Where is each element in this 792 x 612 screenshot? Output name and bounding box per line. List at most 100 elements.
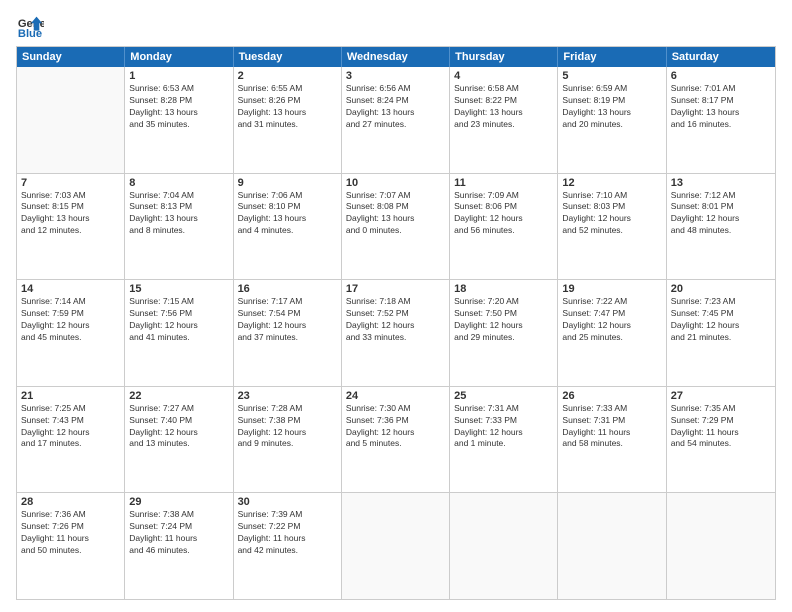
weekday-header: Wednesday (342, 47, 450, 67)
calendar-cell: 3Sunrise: 6:56 AM Sunset: 8:24 PM Daylig… (342, 67, 450, 173)
calendar-cell: 15Sunrise: 7:15 AM Sunset: 7:56 PM Dayli… (125, 280, 233, 386)
day-number: 21 (21, 390, 120, 402)
calendar-row: 21Sunrise: 7:25 AM Sunset: 7:43 PM Dayli… (17, 386, 775, 493)
day-info: Sunrise: 6:56 AM Sunset: 8:24 PM Dayligh… (346, 83, 445, 131)
day-number: 11 (454, 177, 553, 189)
logo: General Blue (16, 12, 48, 40)
calendar-header-row: SundayMondayTuesdayWednesdayThursdayFrid… (17, 47, 775, 67)
calendar-cell: 6Sunrise: 7:01 AM Sunset: 8:17 PM Daylig… (667, 67, 775, 173)
weekday-header: Sunday (17, 47, 125, 67)
calendar-cell: 21Sunrise: 7:25 AM Sunset: 7:43 PM Dayli… (17, 387, 125, 493)
day-info: Sunrise: 7:18 AM Sunset: 7:52 PM Dayligh… (346, 296, 445, 344)
day-info: Sunrise: 7:33 AM Sunset: 7:31 PM Dayligh… (562, 403, 661, 451)
day-info: Sunrise: 6:55 AM Sunset: 8:26 PM Dayligh… (238, 83, 337, 131)
day-info: Sunrise: 7:01 AM Sunset: 8:17 PM Dayligh… (671, 83, 771, 131)
calendar-cell: 18Sunrise: 7:20 AM Sunset: 7:50 PM Dayli… (450, 280, 558, 386)
day-number: 6 (671, 70, 771, 82)
calendar-row: 1Sunrise: 6:53 AM Sunset: 8:28 PM Daylig… (17, 67, 775, 173)
calendar-cell (450, 493, 558, 599)
calendar-cell: 28Sunrise: 7:36 AM Sunset: 7:26 PM Dayli… (17, 493, 125, 599)
day-number: 14 (21, 283, 120, 295)
day-info: Sunrise: 7:20 AM Sunset: 7:50 PM Dayligh… (454, 296, 553, 344)
calendar-cell: 27Sunrise: 7:35 AM Sunset: 7:29 PM Dayli… (667, 387, 775, 493)
weekday-header: Tuesday (234, 47, 342, 67)
page-header: General Blue (16, 12, 776, 40)
day-info: Sunrise: 6:53 AM Sunset: 8:28 PM Dayligh… (129, 83, 228, 131)
calendar-cell: 22Sunrise: 7:27 AM Sunset: 7:40 PM Dayli… (125, 387, 233, 493)
day-info: Sunrise: 7:03 AM Sunset: 8:15 PM Dayligh… (21, 190, 120, 238)
day-info: Sunrise: 7:09 AM Sunset: 8:06 PM Dayligh… (454, 190, 553, 238)
day-number: 3 (346, 70, 445, 82)
day-info: Sunrise: 7:17 AM Sunset: 7:54 PM Dayligh… (238, 296, 337, 344)
day-info: Sunrise: 6:58 AM Sunset: 8:22 PM Dayligh… (454, 83, 553, 131)
day-info: Sunrise: 7:15 AM Sunset: 7:56 PM Dayligh… (129, 296, 228, 344)
day-number: 17 (346, 283, 445, 295)
day-number: 1 (129, 70, 228, 82)
calendar-cell: 25Sunrise: 7:31 AM Sunset: 7:33 PM Dayli… (450, 387, 558, 493)
day-number: 13 (671, 177, 771, 189)
day-info: Sunrise: 7:31 AM Sunset: 7:33 PM Dayligh… (454, 403, 553, 451)
logo-icon: General Blue (16, 12, 44, 40)
calendar-cell: 19Sunrise: 7:22 AM Sunset: 7:47 PM Dayli… (558, 280, 666, 386)
day-number: 10 (346, 177, 445, 189)
calendar-cell (17, 67, 125, 173)
calendar-cell: 2Sunrise: 6:55 AM Sunset: 8:26 PM Daylig… (234, 67, 342, 173)
weekday-header: Thursday (450, 47, 558, 67)
calendar-cell: 29Sunrise: 7:38 AM Sunset: 7:24 PM Dayli… (125, 493, 233, 599)
day-number: 29 (129, 496, 228, 508)
calendar-row: 28Sunrise: 7:36 AM Sunset: 7:26 PM Dayli… (17, 492, 775, 599)
day-number: 26 (562, 390, 661, 402)
calendar-body: 1Sunrise: 6:53 AM Sunset: 8:28 PM Daylig… (17, 67, 775, 599)
calendar-cell: 11Sunrise: 7:09 AM Sunset: 8:06 PM Dayli… (450, 174, 558, 280)
weekday-header: Saturday (667, 47, 775, 67)
calendar-cell: 20Sunrise: 7:23 AM Sunset: 7:45 PM Dayli… (667, 280, 775, 386)
calendar-cell: 7Sunrise: 7:03 AM Sunset: 8:15 PM Daylig… (17, 174, 125, 280)
day-number: 9 (238, 177, 337, 189)
day-info: Sunrise: 7:12 AM Sunset: 8:01 PM Dayligh… (671, 190, 771, 238)
day-info: Sunrise: 7:06 AM Sunset: 8:10 PM Dayligh… (238, 190, 337, 238)
day-info: Sunrise: 6:59 AM Sunset: 8:19 PM Dayligh… (562, 83, 661, 131)
day-number: 2 (238, 70, 337, 82)
calendar-cell (342, 493, 450, 599)
day-number: 7 (21, 177, 120, 189)
calendar-cell (667, 493, 775, 599)
calendar-row: 7Sunrise: 7:03 AM Sunset: 8:15 PM Daylig… (17, 173, 775, 280)
day-info: Sunrise: 7:36 AM Sunset: 7:26 PM Dayligh… (21, 509, 120, 557)
day-number: 16 (238, 283, 337, 295)
day-info: Sunrise: 7:30 AM Sunset: 7:36 PM Dayligh… (346, 403, 445, 451)
day-number: 27 (671, 390, 771, 402)
day-number: 8 (129, 177, 228, 189)
day-info: Sunrise: 7:28 AM Sunset: 7:38 PM Dayligh… (238, 403, 337, 451)
day-number: 22 (129, 390, 228, 402)
calendar-cell: 26Sunrise: 7:33 AM Sunset: 7:31 PM Dayli… (558, 387, 666, 493)
day-number: 19 (562, 283, 661, 295)
day-info: Sunrise: 7:14 AM Sunset: 7:59 PM Dayligh… (21, 296, 120, 344)
day-number: 25 (454, 390, 553, 402)
calendar-row: 14Sunrise: 7:14 AM Sunset: 7:59 PM Dayli… (17, 279, 775, 386)
day-info: Sunrise: 7:25 AM Sunset: 7:43 PM Dayligh… (21, 403, 120, 451)
day-info: Sunrise: 7:22 AM Sunset: 7:47 PM Dayligh… (562, 296, 661, 344)
calendar-cell: 8Sunrise: 7:04 AM Sunset: 8:13 PM Daylig… (125, 174, 233, 280)
day-info: Sunrise: 7:38 AM Sunset: 7:24 PM Dayligh… (129, 509, 228, 557)
calendar-cell: 9Sunrise: 7:06 AM Sunset: 8:10 PM Daylig… (234, 174, 342, 280)
calendar-cell: 14Sunrise: 7:14 AM Sunset: 7:59 PM Dayli… (17, 280, 125, 386)
day-number: 15 (129, 283, 228, 295)
day-number: 30 (238, 496, 337, 508)
calendar: SundayMondayTuesdayWednesdayThursdayFrid… (16, 46, 776, 600)
calendar-cell: 1Sunrise: 6:53 AM Sunset: 8:28 PM Daylig… (125, 67, 233, 173)
day-number: 12 (562, 177, 661, 189)
weekday-header: Monday (125, 47, 233, 67)
day-number: 24 (346, 390, 445, 402)
calendar-cell: 24Sunrise: 7:30 AM Sunset: 7:36 PM Dayli… (342, 387, 450, 493)
day-number: 4 (454, 70, 553, 82)
day-info: Sunrise: 7:39 AM Sunset: 7:22 PM Dayligh… (238, 509, 337, 557)
day-info: Sunrise: 7:07 AM Sunset: 8:08 PM Dayligh… (346, 190, 445, 238)
calendar-cell: 16Sunrise: 7:17 AM Sunset: 7:54 PM Dayli… (234, 280, 342, 386)
calendar-cell: 23Sunrise: 7:28 AM Sunset: 7:38 PM Dayli… (234, 387, 342, 493)
day-info: Sunrise: 7:35 AM Sunset: 7:29 PM Dayligh… (671, 403, 771, 451)
day-number: 18 (454, 283, 553, 295)
day-number: 28 (21, 496, 120, 508)
calendar-cell: 17Sunrise: 7:18 AM Sunset: 7:52 PM Dayli… (342, 280, 450, 386)
calendar-cell: 4Sunrise: 6:58 AM Sunset: 8:22 PM Daylig… (450, 67, 558, 173)
calendar-cell (558, 493, 666, 599)
